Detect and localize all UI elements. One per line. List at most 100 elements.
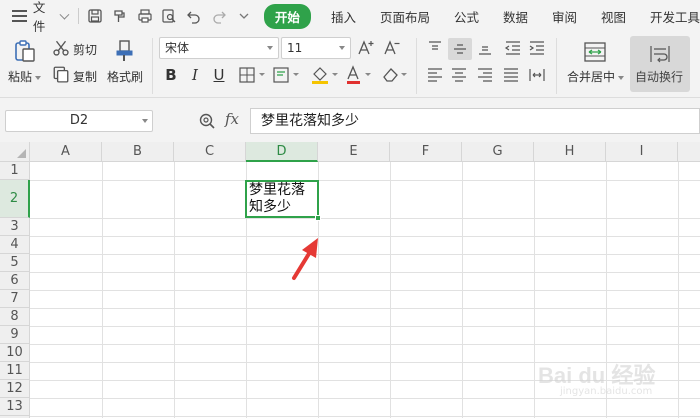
grid-line [30,308,700,309]
row-header[interactable]: 1 [0,162,30,180]
column-header[interactable]: B [102,142,174,162]
tab-developer[interactable]: 开发工具 [650,7,700,26]
wrap-text-button[interactable]: 自动换行 [630,36,690,92]
border-icon[interactable] [238,66,268,84]
align-top-icon[interactable] [424,38,446,58]
column-header[interactable]: C [174,142,246,162]
zoom-icon[interactable] [198,112,216,130]
column-header[interactable]: I [606,142,678,162]
row-header[interactable]: 13 [0,398,30,416]
bold-icon[interactable]: B [162,66,180,84]
grid-line [30,254,700,255]
tab-data[interactable]: 数据 [503,7,528,26]
increase-font-size-icon[interactable] [356,38,376,58]
more-icon[interactable] [235,7,252,25]
font-size-select[interactable]: 11 [281,37,351,59]
row-header-selected[interactable]: 2 [0,180,30,218]
decrease-font-size-icon[interactable] [382,38,402,58]
name-box[interactable]: D2 [5,110,153,132]
spreadsheet-grid: A B C D E F G H I 1 2 3 4 5 6 7 8 9 10 1… [0,142,700,418]
cell-style-icon[interactable] [272,66,302,84]
tab-formulas[interactable]: 公式 [454,7,479,26]
clear-format-icon[interactable] [380,64,410,86]
row-header[interactable]: 8 [0,308,30,326]
underline-icon[interactable]: U [210,66,228,84]
tab-page-layout[interactable]: 页面布局 [380,7,430,26]
format-painter-icon[interactable] [112,38,138,64]
align-center-icon[interactable] [448,65,470,85]
align-middle-icon[interactable] [448,38,472,60]
font-size-value: 11 [287,41,303,55]
cut-button[interactable]: 剪切 [73,41,97,58]
tab-review[interactable]: 审阅 [552,7,577,26]
select-all-corner[interactable] [0,142,30,162]
row-header[interactable]: 3 [0,218,30,236]
copy-button[interactable]: 复制 [73,68,97,85]
align-bottom-icon[interactable] [474,38,496,58]
grid-line [30,272,700,273]
column-header[interactable]: E [318,142,390,162]
column-header-selected[interactable]: D [246,142,318,162]
column-header[interactable]: F [390,142,462,162]
hamburger-menu-icon[interactable] [12,10,27,22]
font-color-icon[interactable] [344,64,374,86]
fill-handle[interactable] [315,215,321,221]
print-icon[interactable] [136,7,153,25]
grid-line [30,416,700,417]
file-menu[interactable]: 文件 [33,0,56,35]
menu-bar: 文件 开始 插入 页面布局 公式 数据 审阅 视图 开发工具 [0,0,700,35]
tab-insert[interactable]: 插入 [331,7,356,26]
column-header-partial[interactable] [678,142,700,162]
fill-color-icon[interactable] [308,64,342,86]
annotation-arrow-icon [292,238,318,280]
format-painter-button[interactable]: 格式刷 [107,68,143,85]
grid-line [30,326,700,327]
formula-input[interactable]: 梦里花落知多少 [250,108,700,134]
scissors-icon[interactable] [52,39,70,57]
distributed-align-icon[interactable] [526,65,548,85]
row-header[interactable]: 7 [0,290,30,308]
wrap-text-icon [647,42,673,66]
row-header[interactable]: 12 [0,380,30,398]
row-header[interactable]: 11 [0,362,30,380]
column-header[interactable]: G [462,142,534,162]
menu-separator [77,8,79,24]
redo-icon[interactable] [210,7,227,25]
name-box-value: D2 [69,113,89,128]
chevron-down-icon[interactable] [59,9,70,19]
increase-indent-icon[interactable] [526,38,548,58]
row-header[interactable]: 9 [0,326,30,344]
ribbon: 粘贴 剪切 复制 格式刷 宋体 11 B I U 合并居中 自动换行 [0,32,700,98]
save-icon[interactable] [87,7,104,25]
copy-icon[interactable] [52,65,70,83]
merge-center-icon[interactable] [582,40,608,64]
row-header[interactable]: 6 [0,272,30,290]
watermark-url: jingyan.baidu.com [560,386,653,397]
undo-icon[interactable] [186,7,203,25]
row-header[interactable]: 4 [0,236,30,254]
print-preview-icon[interactable] [161,7,178,25]
paste-icon[interactable] [12,38,38,64]
tab-view[interactable]: 视图 [601,7,626,26]
ribbon-separator [416,38,417,94]
active-cell-d2[interactable]: 梦里花落知多少 [245,180,319,218]
align-left-icon[interactable] [424,65,446,85]
justify-icon[interactable] [500,65,522,85]
tab-home[interactable]: 开始 [263,3,311,29]
paste-button[interactable]: 粘贴 [8,68,42,85]
align-right-icon[interactable] [474,65,496,85]
watermark-logo: Bai du 经验 jingyan.baidu.com [520,338,690,408]
grid-line [30,290,700,291]
italic-icon[interactable]: I [186,66,204,84]
font-name-select[interactable]: 宋体 [159,37,279,59]
format-painter-quick-icon[interactable] [111,7,128,25]
fx-button[interactable]: fx [225,110,239,128]
ribbon-separator [556,38,557,94]
decrease-indent-icon[interactable] [502,38,524,58]
row-header[interactable]: 5 [0,254,30,272]
merge-center-button[interactable]: 合并居中 [567,68,625,85]
column-header[interactable]: H [534,142,606,162]
font-name-value: 宋体 [165,41,190,55]
column-header[interactable]: A [30,142,102,162]
row-header[interactable]: 10 [0,344,30,362]
